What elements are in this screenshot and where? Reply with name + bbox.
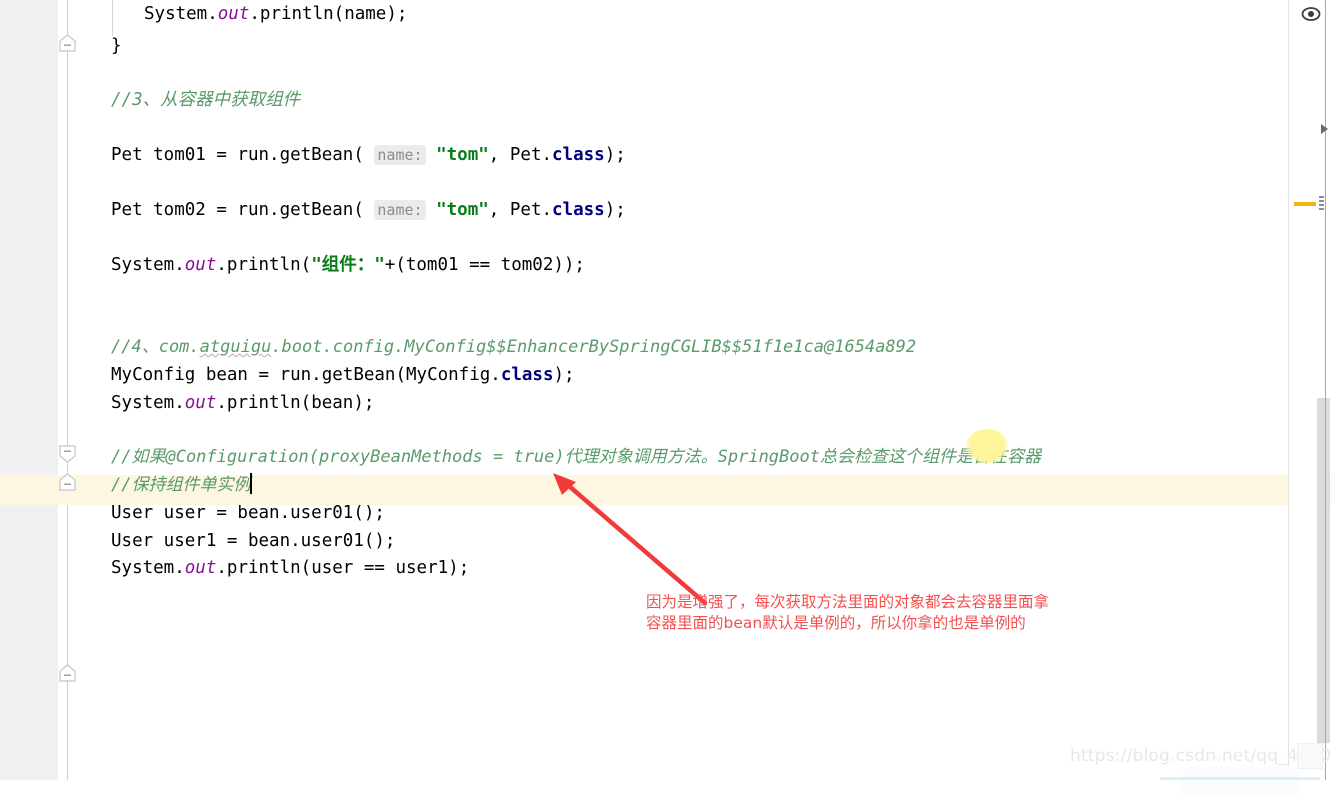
code-line[interactable]: //如果@Configuration(proxyBeanMethods = tr… <box>111 443 1041 471</box>
code-content-area[interactable]: System.out.println(name); } //3、从容器中获取组件… <box>77 0 1304 780</box>
code-keyword: class <box>552 200 605 220</box>
code-token-system: System. <box>111 558 185 578</box>
code-token-declaration: Pet tom01 = run.getBean( <box>111 145 375 165</box>
code-token-out: out <box>184 393 217 413</box>
code-token-declaration: Pet tom02 = run.getBean( <box>111 200 375 220</box>
code-token-println: .println(name); <box>249 4 408 24</box>
code-token-brace: } <box>111 36 122 56</box>
code-string: "tom" <box>436 145 489 165</box>
stripe-warning-marker[interactable] <box>1294 202 1316 206</box>
code-line-active[interactable]: //保持组件单实例 <box>111 471 253 499</box>
code-comment: .boot.config.MyConfig$$EnhancerBySpringC… <box>271 337 917 357</box>
code-token-println: .println(bean); <box>216 393 375 413</box>
watermark-decoration <box>1180 766 1300 796</box>
code-string: "组件：" <box>311 255 385 275</box>
code-line[interactable]: //3、从容器中获取组件 <box>111 86 300 114</box>
code-comment: //3、从容器中获取组件 <box>111 90 301 110</box>
code-line[interactable]: Pet tom02 = run.getBean( name: "tom", Pe… <box>111 196 626 224</box>
scrollbar-border-line <box>1325 0 1326 780</box>
watermark-url: https://blog.csdn.net/qq_45100361 <box>1070 746 1332 766</box>
code-keyword: class <box>552 145 605 165</box>
watermark-box <box>1297 743 1323 769</box>
code-string: "tom" <box>436 200 489 220</box>
code-comment: //保持组件单实例 <box>111 475 251 495</box>
code-token-system: System. <box>111 255 185 275</box>
code-token-println: .println( <box>216 255 312 275</box>
parameter-hint: name: <box>374 200 426 220</box>
code-token-system: System. <box>144 4 218 24</box>
annotation-line-2: 容器里面的bean默认是单例的，所以你拿的也是单例的 <box>646 614 1026 632</box>
text-caret <box>250 473 253 494</box>
code-line[interactable]: System.out.println(name); <box>144 0 407 28</box>
editor-gutter[interactable] <box>0 0 58 780</box>
code-token-type: , Pet. <box>488 145 553 165</box>
code-token-end: ); <box>553 365 575 385</box>
code-token-type: , Pet. <box>488 200 553 220</box>
fold-collapse-icon[interactable] <box>57 33 78 54</box>
code-line[interactable]: //4、com.atguigu.boot.config.MyConfig$$En… <box>111 333 916 361</box>
eye-icon[interactable] <box>1301 6 1321 22</box>
code-token-out: out <box>184 558 217 578</box>
annotation-text: 因为是增强了，每次获取方法里面的对象都会去容器里面拿 容器里面的bean默认是单例… <box>646 592 1049 634</box>
code-token-system: System. <box>111 393 185 413</box>
minimap-text-dots <box>1319 196 1327 216</box>
code-token-end: ); <box>604 145 626 165</box>
fold-collapse-icon[interactable] <box>57 472 78 493</box>
code-line[interactable]: } <box>111 32 122 60</box>
minimap-caret-marker <box>1320 120 1330 134</box>
fold-collapse-icon[interactable] <box>57 443 78 464</box>
code-comment: //如果@Configuration(proxyBeanMethods = tr… <box>111 447 1041 467</box>
code-token-out: out <box>217 4 250 24</box>
code-token-out: out <box>184 255 217 275</box>
code-line[interactable]: System.out.println(user == user1); <box>111 554 469 582</box>
code-token-end: ); <box>604 200 626 220</box>
code-token-declaration: User user = bean.user01(); <box>111 503 385 523</box>
code-line[interactable]: MyConfig bean = run.getBean(MyConfig.cla… <box>111 361 575 389</box>
code-token-println: .println(user == user1); <box>216 558 470 578</box>
code-line[interactable]: User user1 = bean.user01(); <box>111 527 395 555</box>
code-editor-window[interactable]: System.out.println(name); } //3、从容器中获取组件… <box>0 0 1332 796</box>
code-keyword: class <box>500 365 554 385</box>
error-stripe-gutter[interactable] <box>1288 0 1317 780</box>
code-line[interactable]: Pet tom01 = run.getBean( name: "tom", Pe… <box>111 141 626 169</box>
vertical-scrollbar-thumb[interactable] <box>1317 398 1330 743</box>
code-token-end: +(tom01 == tom02)); <box>384 255 585 275</box>
code-token-declaration: User user1 = bean.user01(); <box>111 531 396 551</box>
code-line[interactable]: System.out.println(bean); <box>111 389 374 417</box>
code-token-declaration: MyConfig bean = run.getBean(MyConfig. <box>111 365 501 385</box>
indent-guide <box>112 0 113 36</box>
fold-collapse-icon[interactable] <box>57 663 78 684</box>
code-line[interactable]: System.out.println("组件："+(tom01 == tom02… <box>111 251 585 279</box>
code-comment-typo: atguigu <box>199 337 272 357</box>
code-comment: //4、com. <box>111 337 200 357</box>
parameter-hint: name: <box>374 145 426 165</box>
annotation-line-1: 因为是增强了，每次获取方法里面的对象都会去容器里面拿 <box>646 593 1050 611</box>
